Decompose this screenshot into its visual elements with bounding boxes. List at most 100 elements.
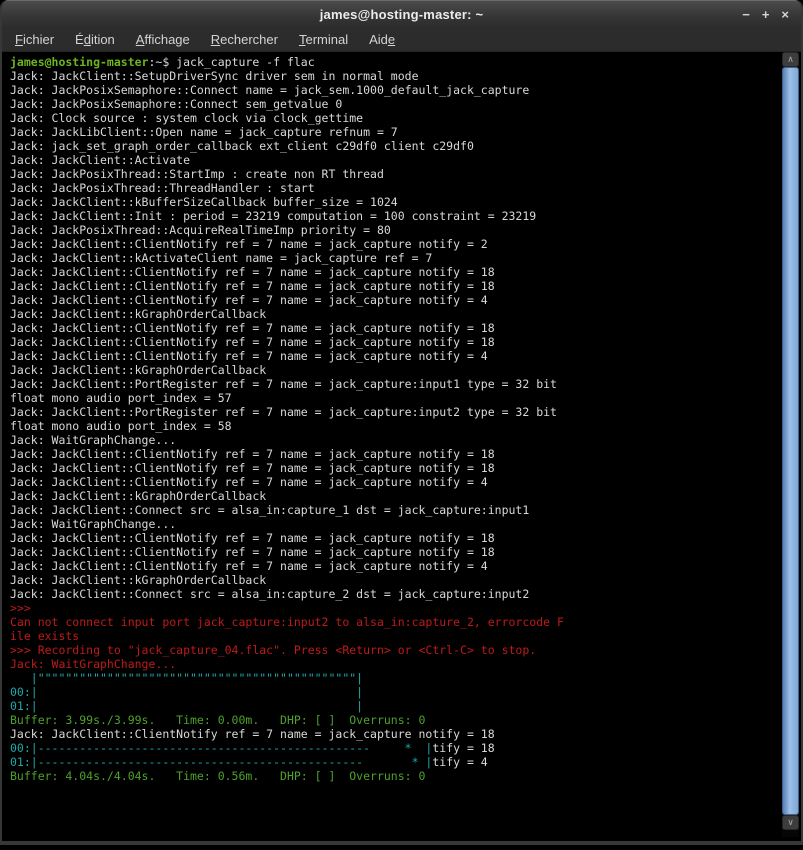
terminal-text-segment: Jack: JackClient::ClientNotify ref = 7 n… <box>10 475 488 489</box>
menubar: Fichier Édition Affichage Rechercher Termina… <box>2 28 801 52</box>
menu-item-fichier[interactable]: Fichier <box>15 32 54 47</box>
terminal-text-segment: Jack: JackPosixSemaphore::Connect name =… <box>10 83 530 97</box>
terminal-line: Jack: Clock source : system clock via cl… <box>10 111 782 125</box>
menu-item-terminal[interactable]: Terminal <box>299 32 348 47</box>
terminal-line: Jack: WaitGraphChange... <box>10 657 782 671</box>
terminal-line: Jack: WaitGraphChange... <box>10 433 782 447</box>
terminal-line: Jack: JackPosixSemaphore::Connect name =… <box>10 83 782 97</box>
terminal-line: Jack: JackClient::ClientNotify ref = 7 n… <box>10 349 782 363</box>
menu-item-aide[interactable]: Aide <box>369 32 395 47</box>
terminal-line: Jack: JackPosixThread::AcquireRealTimeIm… <box>10 223 782 237</box>
terminal-text-segment: Jack: JackClient::ClientNotify ref = 7 n… <box>10 321 495 335</box>
terminal-line: float mono audio port_index = 58 <box>10 419 782 433</box>
menu-item-affichage[interactable]: Affichage <box>136 32 190 47</box>
terminal-text-segment: Buffer: 4.04s./4.04s. Time: 0.56m. DHP: … <box>10 769 426 783</box>
terminal-text-segment: james@hosting-master <box>10 55 149 69</box>
terminal-line: Buffer: 4.04s./4.04s. Time: 0.56m. DHP: … <box>10 769 782 783</box>
terminal-line: >>> Recording to "jack_capture_04.flac".… <box>10 643 782 657</box>
terminal-text-segment: Jack: JackClient::Activate <box>10 153 191 167</box>
terminal-text-segment: tify = 4 <box>432 755 488 769</box>
terminal-line: Jack: JackClient::ClientNotify ref = 7 n… <box>10 727 782 741</box>
terminal-line: Jack: JackClient::ClientNotify ref = 7 n… <box>10 475 782 489</box>
terminal-line: >>> <box>10 601 782 615</box>
window-controls: − + × <box>742 0 789 28</box>
terminal-text-segment: Jack: JackClient::ClientNotify ref = 7 n… <box>10 237 488 251</box>
terminal-text-segment: float mono audio port_index = 58 <box>10 419 232 433</box>
close-button[interactable]: × <box>781 8 789 21</box>
terminal-line: james@hosting-master:~$ jack_capture -f … <box>10 55 782 69</box>
terminal-text-segment: 00:|------------------------------------… <box>10 741 433 755</box>
terminal-text-segment: Jack: JackClient::ClientNotify ref = 7 n… <box>10 531 495 545</box>
terminal-text-segment: :~$ jack_capture -f flac <box>148 55 315 69</box>
terminal-line: Jack: JackClient::kGraphOrderCallback <box>10 573 782 587</box>
terminal-line: 01:| | <box>10 699 782 713</box>
menu-item-rechercher[interactable]: Rechercher <box>211 32 278 47</box>
terminal-line: Jack: JackClient::ClientNotify ref = 7 n… <box>10 531 782 545</box>
terminal-text-segment: Jack: JackClient::Connect src = alsa_in:… <box>10 587 530 601</box>
terminal-line: Jack: JackClient::ClientNotify ref = 7 n… <box>10 461 782 475</box>
terminal-line: Jack: JackClient::ClientNotify ref = 7 n… <box>10 279 782 293</box>
terminal-text-segment: >>> Recording to "jack_capture_04.flac".… <box>10 643 537 657</box>
window-title: james@hosting-master: ~ <box>319 6 484 22</box>
terminal-line: Jack: JackClient::kGraphOrderCallback <box>10 363 782 377</box>
terminal-text-segment: Jack: jack_set_graph_order_callback ext_… <box>10 139 474 153</box>
terminal-text-segment: tify = 18 <box>432 741 495 755</box>
titlebar[interactable]: james@hosting-master: ~ − + × <box>2 0 801 28</box>
terminal-text-segment: Jack: JackClient::ClientNotify ref = 7 n… <box>10 727 495 741</box>
scroll-down-icon[interactable]: ∨ <box>782 815 799 830</box>
terminal-line: Jack: JackClient::ClientNotify ref = 7 n… <box>10 335 782 349</box>
terminal-line: Jack: JackClient::ClientNotify ref = 7 n… <box>10 237 782 251</box>
terminal-text-segment: Jack: JackPosixThread::StartImp : create… <box>10 167 384 181</box>
terminal-line: |"""""""""""""""""""""""""""""""""""""""… <box>10 671 782 685</box>
terminal-line: Can not connect input port jack_capture:… <box>10 615 782 629</box>
terminal-text-segment: 01:| | <box>10 699 364 713</box>
terminal-text-segment: Jack: JackClient::kGraphOrderCallback <box>10 489 267 503</box>
scrollbar-thumb[interactable] <box>782 67 799 815</box>
terminal-text-segment: Jack: JackClient::ClientNotify ref = 7 n… <box>10 279 495 293</box>
terminal-line: Jack: JackClient::Connect src = alsa_in:… <box>10 587 782 601</box>
terminal-text-segment: Jack: JackPosixSemaphore::Connect sem_ge… <box>10 97 343 111</box>
terminal-text-segment: Jack: JackClient::ClientNotify ref = 7 n… <box>10 447 495 461</box>
terminal-line: Jack: jack_set_graph_order_callback ext_… <box>10 139 782 153</box>
menu-item-edition[interactable]: Édition <box>75 32 115 47</box>
terminal-line: Buffer: 3.99s./3.99s. Time: 0.00m. DHP: … <box>10 713 782 727</box>
terminal-line: Jack: JackClient::SetupDriverSync driver… <box>10 69 782 83</box>
terminal-window: james@hosting-master: ~ − + × Fichier Édi… <box>0 0 803 845</box>
maximize-button[interactable]: + <box>762 8 770 21</box>
terminal-line: 00:| | <box>10 685 782 699</box>
terminal-line: Jack: JackPosixThread::ThreadHandler : s… <box>10 181 782 195</box>
terminal-text-segment: Jack: JackLibClient::Open name = jack_ca… <box>10 125 398 139</box>
terminal-line: Jack: JackClient::ClientNotify ref = 7 n… <box>10 559 782 573</box>
terminal-line: ile exists <box>10 629 782 643</box>
terminal-text-segment: Jack: JackClient::PortRegister ref = 7 n… <box>10 377 557 391</box>
terminal-screen[interactable]: james@hosting-master:~$ jack_capture -f … <box>4 52 782 837</box>
terminal-line: Jack: JackPosixSemaphore::Connect sem_ge… <box>10 97 782 111</box>
terminal-text-segment: float mono audio port_index = 57 <box>10 391 232 405</box>
terminal-text-segment: Jack: JackClient::ClientNotify ref = 7 n… <box>10 265 495 279</box>
terminal-line: Jack: JackPosixThread::StartImp : create… <box>10 167 782 181</box>
terminal-text-segment: Jack: JackClient::ClientNotify ref = 7 n… <box>10 545 495 559</box>
terminal-text-segment: Jack: JackClient::kActivateClient name =… <box>10 251 433 265</box>
terminal-text-segment: Jack: WaitGraphChange... <box>10 517 177 531</box>
terminal-text-segment: Jack: JackClient::SetupDriverSync driver… <box>10 69 419 83</box>
terminal-text-segment: 01:|------------------------------------… <box>10 755 433 769</box>
terminal-line: Jack: JackClient::kActivateClient name =… <box>10 251 782 265</box>
terminal-text-segment: Jack: JackClient::kGraphOrderCallback <box>10 363 267 377</box>
terminal-line: Jack: JackClient::ClientNotify ref = 7 n… <box>10 321 782 335</box>
terminal-line: Jack: JackClient::kGraphOrderCallback <box>10 307 782 321</box>
terminal-line: Jack: JackClient::kBufferSizeCallback bu… <box>10 195 782 209</box>
terminal-text-segment: Jack: JackClient::ClientNotify ref = 7 n… <box>10 335 495 349</box>
terminal-text-segment: Jack: JackClient::kGraphOrderCallback <box>10 307 267 321</box>
terminal-line: Jack: JackClient::ClientNotify ref = 7 n… <box>10 447 782 461</box>
scroll-up-icon[interactable]: ∧ <box>782 52 799 67</box>
terminal-text-segment: |"""""""""""""""""""""""""""""""""""""""… <box>10 671 364 685</box>
scrollbar[interactable]: ∧ ∨ <box>782 52 799 837</box>
terminal-line: 01:|------------------------------------… <box>10 755 782 769</box>
minimize-button[interactable]: − <box>742 8 750 21</box>
terminal-text-segment: Jack: JackClient::kGraphOrderCallback <box>10 573 267 587</box>
terminal-line: Jack: JackClient::ClientNotify ref = 7 n… <box>10 293 782 307</box>
terminal-line: Jack: JackClient::Init : period = 23219 … <box>10 209 782 223</box>
terminal-text-segment: Jack: WaitGraphChange... <box>10 433 177 447</box>
terminal-text-segment: 00:| | <box>10 685 364 699</box>
terminal-text-segment: Buffer: 3.99s./3.99s. Time: 0.00m. DHP: … <box>10 713 426 727</box>
